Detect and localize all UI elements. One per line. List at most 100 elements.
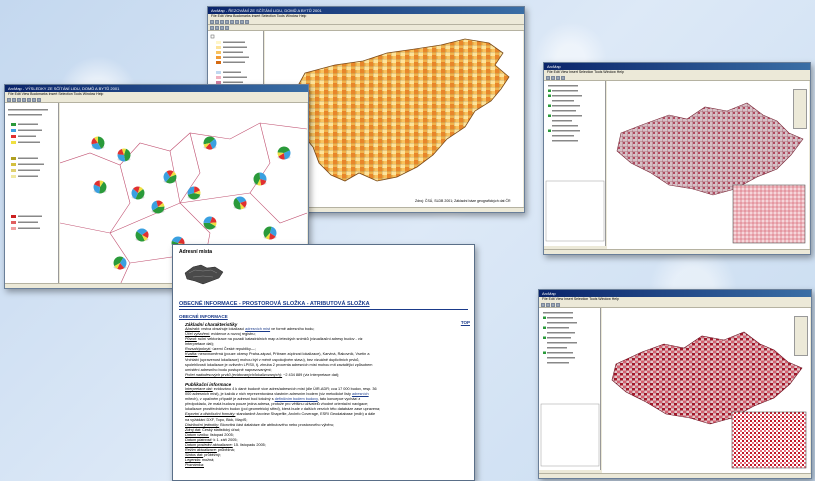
line-text: 15. listopadu 2005;: [232, 442, 266, 447]
select-icon[interactable]: [215, 26, 219, 30]
line-label: Kvalita:: [185, 352, 198, 357]
line-text: Český statistický úřad;: [201, 427, 240, 432]
editor-icon[interactable]: [220, 26, 224, 30]
zoom-in-icon[interactable]: [230, 20, 234, 24]
line-text: území České republiky—;: [211, 347, 256, 352]
line-text: průběžná;: [216, 448, 235, 453]
line-label: Datum vzniku:: [185, 432, 210, 437]
line-label: Účel vytvoření:: [185, 332, 211, 337]
new-icon[interactable]: [7, 98, 11, 102]
line-label: Interpretace dat:: [185, 386, 213, 391]
open-icon[interactable]: [551, 76, 555, 80]
zoom-in-icon[interactable]: [556, 303, 560, 307]
top-link[interactable]: TOP: [461, 320, 470, 325]
line-label: Režim aktualizace:: [185, 448, 217, 453]
line-text: ve formě adresního bodu;: [270, 327, 315, 331]
line-label: Datum poslední aktualizace:: [185, 442, 233, 447]
pie-symbol: [93, 180, 107, 194]
save-icon[interactable]: [556, 76, 560, 80]
new-icon[interactable]: [541, 303, 545, 307]
line-label: Status dat:: [185, 453, 204, 458]
tools-palette[interactable]: [794, 316, 808, 356]
publication-info-list: Interpretace dat: evidováno 4 k dané bud…: [173, 387, 474, 469]
save-icon[interactable]: [551, 303, 555, 307]
line-text: , tato koncepce vychází z: [317, 397, 361, 402]
document-line: Počet nadodesových prvků (evidovaných/lo…: [173, 373, 474, 378]
pan-icon[interactable]: [37, 98, 41, 102]
line-text: Interpretace dat);: [185, 342, 214, 347]
zoom-out-icon[interactable]: [32, 98, 36, 102]
print-icon[interactable]: [22, 98, 26, 102]
window-title: ArcMap: [544, 63, 810, 70]
table-of-contents[interactable]: [5, 103, 59, 285]
pie-symbol: [163, 170, 177, 184]
line-text: Bionvitrá část databáze dle atributového…: [219, 422, 335, 427]
layer-icon[interactable]: [210, 26, 214, 30]
pie-symbol: [113, 256, 127, 270]
open-icon[interactable]: [546, 303, 550, 307]
identify-icon[interactable]: [245, 20, 249, 24]
zoom-in-icon[interactable]: [561, 76, 565, 80]
new-icon[interactable]: [546, 76, 550, 80]
line-label: Zdroj dat:: [185, 427, 202, 432]
open-icon[interactable]: [12, 98, 16, 102]
pie-symbol: [203, 136, 217, 150]
status-bar: [544, 249, 810, 254]
line-text: spolehlivostí lokalizace je ovlivněn LPI…: [185, 362, 373, 367]
open-icon[interactable]: [215, 20, 219, 24]
line-text: 000 adresních míst), je každá z nich rep…: [185, 392, 352, 397]
window-title: ArcMap - VÝSLEDKY ZE SČÍTÁNÍ LIDU, DOMŮ …: [5, 85, 308, 92]
zoom-in-icon[interactable]: [27, 98, 31, 102]
toc-legend: [8, 109, 48, 230]
zoom-out-icon[interactable]: [235, 20, 239, 24]
map-canvas[interactable]: [602, 308, 810, 473]
line-text: vrstva obsahuje lokalizaci: [199, 327, 246, 331]
basic-characteristics-list: Abstrakt: vrstva obsahuje lokalizaci adr…: [173, 327, 474, 378]
pie-symbol: [277, 146, 291, 160]
window-title: ArcMap: [539, 290, 811, 297]
line-label: Původ:: [185, 337, 197, 342]
cz-map-bottom: [611, 331, 807, 469]
pie-symbol: [117, 148, 131, 162]
arcmap-cz-window-top: ArcMap File Edit View Insert Selection T…: [543, 62, 811, 255]
line-text: listopad 2005;: [209, 432, 234, 437]
save-icon[interactable]: [220, 20, 224, 24]
save-icon[interactable]: [17, 98, 21, 102]
pie-symbol: [187, 186, 201, 200]
line-label: Poznámka:: [185, 463, 204, 468]
print-icon[interactable]: [225, 20, 229, 24]
window-title: ArcMap - ŘEZOVÁNÍ ZE SČÍTÁNÍ LIDU, DOMŮ …: [208, 7, 524, 14]
table-of-contents[interactable]: [539, 308, 601, 470]
line-text: lokalizace prostřednictvím budov (pol ge…: [185, 407, 381, 412]
map-canvas[interactable]: [607, 81, 809, 249]
pie-symbol: [263, 226, 277, 240]
status-bar: [539, 473, 811, 478]
line-label: Rozsah/pokrytí:: [185, 347, 212, 352]
general-info-heading: OBECNÉ INFORMACE: [179, 314, 228, 319]
cz-logo: [183, 261, 225, 287]
toc-tree: [540, 312, 600, 467]
inset-map: [731, 411, 807, 469]
pie-symbol: [135, 228, 149, 242]
line-text: mítech), v opačném případě je adresní bo…: [185, 397, 275, 402]
section-nav-heading[interactable]: OBECNÉ INFORMACE - PROSTOROVÁ SLOŽKA - A…: [173, 301, 474, 307]
line-link[interactable]: adresních: [352, 392, 369, 396]
line-link[interactable]: definičním bodem budovy: [275, 397, 318, 401]
line-label: Exportní a distribuční formáty:: [185, 412, 236, 417]
line-text: předpokladu, že malá budova pouze jedna …: [185, 402, 369, 407]
line-text: průběžný;: [203, 453, 221, 458]
pan-icon[interactable]: [240, 20, 244, 24]
line-text: evidováno 4 k dané budově více adres/adr…: [212, 386, 377, 391]
line-text: na vyžádání DXF, Topo, Bick, MapIS;: [185, 417, 248, 422]
tools-palette[interactable]: [793, 89, 807, 129]
pie-symbol: [131, 186, 145, 200]
measure-icon[interactable]: [225, 26, 229, 30]
metadata-document: Adresní místa OBECNÉ INFORMACE - PROSTOR…: [172, 244, 475, 481]
line-label: Datum platnosti:: [185, 437, 213, 442]
new-icon[interactable]: [210, 20, 214, 24]
line-text: ruční vektorizace na pozadí katastrálníc…: [196, 337, 363, 342]
line-text: standardně Arcview Shapefile, ArcInfo Co…: [235, 412, 376, 417]
cz-shape: [611, 331, 803, 425]
table-of-contents[interactable]: [544, 81, 606, 246]
line-link[interactable]: adresních míst: [245, 327, 270, 331]
